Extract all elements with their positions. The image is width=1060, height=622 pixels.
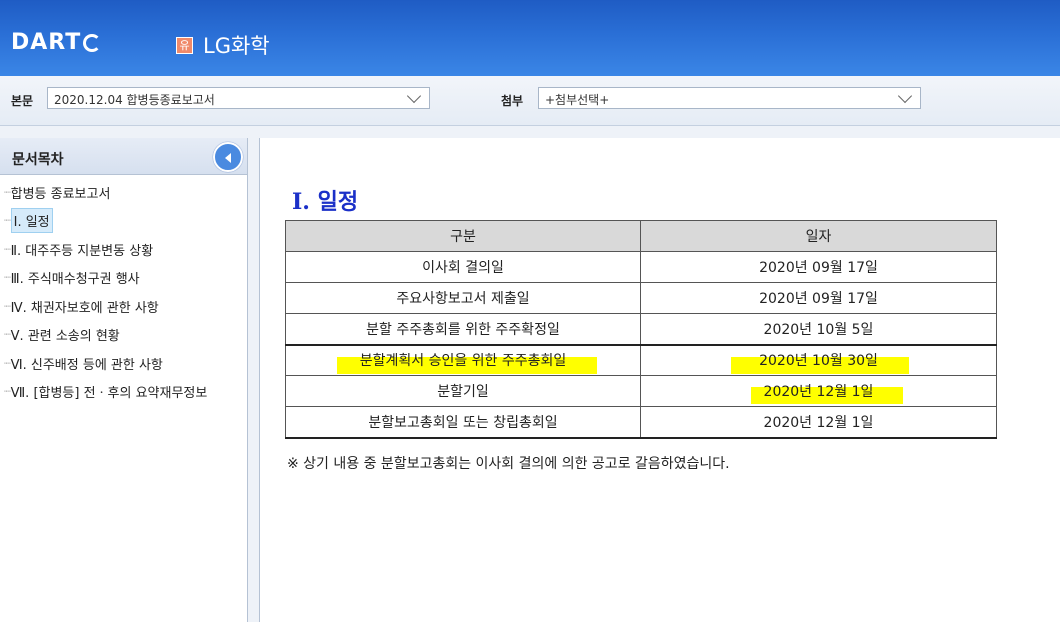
table-row: 분할 주주총회를 위한 주주확정일 2020년 10월 5일 — [285, 313, 997, 345]
table-row: 분할보고총회일 또는 창립총회일 2020년 12월 1일 — [285, 406, 997, 439]
toc-item-label: Ⅶ. [합병등] 전ㆍ후의 요약재무정보 — [10, 386, 208, 402]
schedule-table: 구분 일자 이사회 결의일 2020년 09월 17일 주요사항보고서 제출일 … — [285, 220, 997, 439]
table-cell: 2020년 09월 17일 — [640, 282, 997, 314]
separator — [0, 126, 1060, 138]
chevron-down-icon — [897, 88, 913, 104]
header-bar: DART 유 LG화학 — [0, 0, 1060, 76]
table-cell: 2020년 12월 1일 — [640, 406, 997, 439]
sidebar-splitter[interactable] — [248, 138, 260, 622]
toc-item-report[interactable]: ┈ 합병등 종료보고서 — [0, 178, 247, 207]
document-viewer: Ⅰ. 일정 구분 일자 이사회 결의일 2020년 09월 17일 주요사항보고… — [261, 138, 1060, 622]
column-header: 구분 — [285, 220, 641, 252]
document-selector-bar: 본문 2020.12.04 합병등종료보고서 첨부 +첨부선택+ — [0, 76, 1060, 126]
main-doc-label: 본문 — [11, 94, 34, 108]
attachment-select[interactable]: +첨부선택+ — [538, 87, 921, 109]
collapse-sidebar-icon[interactable] — [213, 142, 243, 172]
footnote: ※ 상기 내용 중 분할보고총회는 이사회 결의에 의한 공고로 갈음하였습니다… — [287, 456, 730, 472]
toc-item-creditor[interactable]: ┈ Ⅳ. 채권자보호에 관한 사항 — [0, 292, 247, 321]
toc-item-allotment[interactable]: ┈ Ⅵ. 신주배정 등에 관한 사항 — [0, 349, 247, 378]
toc-title: 문서목차 — [12, 152, 64, 168]
logo-mark-icon — [83, 33, 102, 52]
toc-tree: ┈ 합병등 종료보고서 ┈ Ⅰ. 일정 ┈ Ⅱ. 대주주등 지분변동 상황 ┈ … — [0, 175, 247, 406]
table-cell: 분할계획서 승인을 위한 주주총회일 — [285, 343, 641, 376]
main-doc-value: 2020.12.04 합병등종료보고서 — [54, 93, 215, 107]
toc-item-label: Ⅴ. 관련 소송의 현황 — [10, 329, 120, 345]
table-header-row: 구분 일자 — [285, 220, 997, 252]
column-header: 일자 — [640, 220, 997, 252]
toc-item-label: 합병등 종료보고서 — [10, 186, 111, 202]
toc-item-label: Ⅲ. 주식매수청구권 행사 — [10, 272, 140, 288]
table-cell: 이사회 결의일 — [285, 251, 641, 283]
toc-item-label: Ⅰ. 일정 — [10, 208, 53, 234]
tree-connector-icon: ┈ — [4, 328, 11, 342]
dart-logo[interactable]: DART — [11, 30, 102, 55]
main-doc-select[interactable]: 2020.12.04 합병등종료보고서 — [47, 87, 430, 109]
table-cell: 분할기일 — [285, 375, 641, 407]
toc-item-schedule[interactable]: ┈ Ⅰ. 일정 — [0, 207, 247, 236]
table-cell: 주요사항보고서 제출일 — [285, 282, 641, 314]
toc-item-shareholders[interactable]: ┈ Ⅱ. 대주주등 지분변동 상황 — [0, 235, 247, 264]
toc-header: 문서목차 — [0, 138, 247, 175]
table-row: 주요사항보고서 제출일 2020년 09월 17일 — [285, 282, 997, 314]
toc-sidebar: 문서목차 ┈ 합병등 종료보고서 ┈ Ⅰ. 일정 ┈ Ⅱ. 대주주등 지분변동 … — [0, 138, 248, 622]
toc-item-label: Ⅳ. 채권자보호에 관한 사항 — [10, 300, 159, 316]
company-name: LG화학 — [203, 34, 270, 58]
toc-item-appraisal[interactable]: ┈ Ⅲ. 주식매수청구권 행사 — [0, 264, 247, 293]
tree-connector-icon: ┈ — [4, 214, 11, 228]
tree-connector-icon: ┈ — [4, 185, 11, 199]
tree-connector-icon: ┈ — [4, 356, 11, 370]
logo-text: DART — [11, 30, 82, 55]
table-cell: 분할 주주총회를 위한 주주확정일 — [285, 313, 641, 345]
table-cell: 2020년 09월 17일 — [640, 251, 997, 283]
tree-connector-icon: ┈ — [4, 385, 11, 399]
table-row: 분할계획서 승인을 위한 주주총회일 2020년 10월 30일 — [285, 343, 997, 376]
tree-connector-icon: ┈ — [4, 271, 11, 285]
table-cell: 2020년 10월 30일 — [640, 343, 997, 376]
section-title: Ⅰ. 일정 — [292, 189, 359, 215]
table-cell: 2020년 12월 1일 — [640, 375, 997, 407]
table-row: 분할기일 2020년 12월 1일 — [285, 375, 997, 407]
tree-connector-icon: ┈ — [4, 242, 11, 256]
toc-item-label: Ⅱ. 대주주등 지분변동 상황 — [10, 243, 154, 259]
toc-item-label: Ⅵ. 신주배정 등에 관한 사항 — [10, 357, 163, 373]
toc-item-litigation[interactable]: ┈ Ⅴ. 관련 소송의 현황 — [0, 321, 247, 350]
company-header: 유 LG화학 — [176, 30, 270, 60]
chevron-down-icon — [406, 88, 422, 104]
attachment-value: +첨부선택+ — [545, 93, 610, 107]
table-cell: 분할보고총회일 또는 창립총회일 — [285, 406, 641, 439]
table-row: 이사회 결의일 2020년 09월 17일 — [285, 251, 997, 283]
toc-item-financials[interactable]: ┈ Ⅶ. [합병등] 전ㆍ후의 요약재무정보 — [0, 378, 247, 407]
table-cell: 2020년 10월 5일 — [640, 313, 997, 345]
market-badge: 유 — [176, 36, 193, 54]
tree-connector-icon: ┈ — [4, 299, 11, 313]
attachment-label: 첨부 — [501, 94, 524, 108]
